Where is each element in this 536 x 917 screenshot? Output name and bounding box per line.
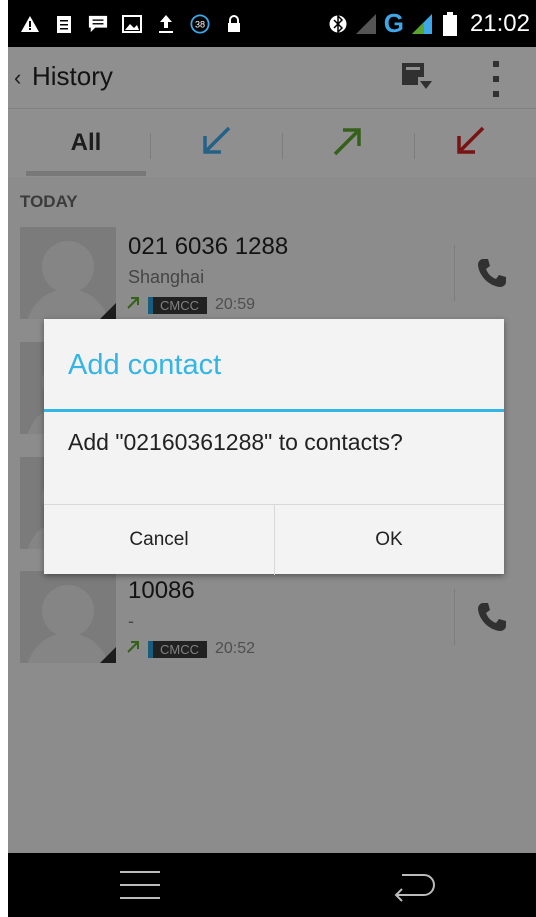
image-icon xyxy=(122,14,142,34)
upload-icon xyxy=(156,14,176,34)
status-bar: 38 G 21:02 xyxy=(8,0,536,47)
back-icon[interactable] xyxy=(388,869,438,903)
dialog-title-divider xyxy=(44,409,504,412)
add-contact-dialog: Add contact Add "02160361288" to contact… xyxy=(44,319,504,575)
ok-button[interactable]: OK xyxy=(274,505,504,575)
lock-icon xyxy=(224,14,244,34)
cancel-button[interactable]: Cancel xyxy=(44,505,274,575)
system-icons: G 21:02 xyxy=(328,0,530,47)
clock: 21:02 xyxy=(469,9,530,37)
dialog-message: Add "02160361288" to contacts? xyxy=(68,429,403,455)
message-icon xyxy=(88,14,108,34)
dialog-button-bar: Cancel OK xyxy=(44,504,504,575)
notification-icons: 38 xyxy=(20,0,244,47)
badge-38-icon: 38 xyxy=(190,13,210,34)
navigation-bar xyxy=(8,853,536,917)
network-type: G xyxy=(383,8,404,38)
warning-icon xyxy=(20,14,40,34)
clipboard-icon xyxy=(54,14,74,34)
dialog-title: Add contact xyxy=(68,349,222,381)
bluetooth-icon xyxy=(328,13,348,34)
menu-icon[interactable] xyxy=(120,871,160,899)
signal-icon xyxy=(410,13,434,34)
signal-icon xyxy=(354,13,378,34)
svg-text:38: 38 xyxy=(195,19,205,29)
battery-icon xyxy=(440,11,460,36)
